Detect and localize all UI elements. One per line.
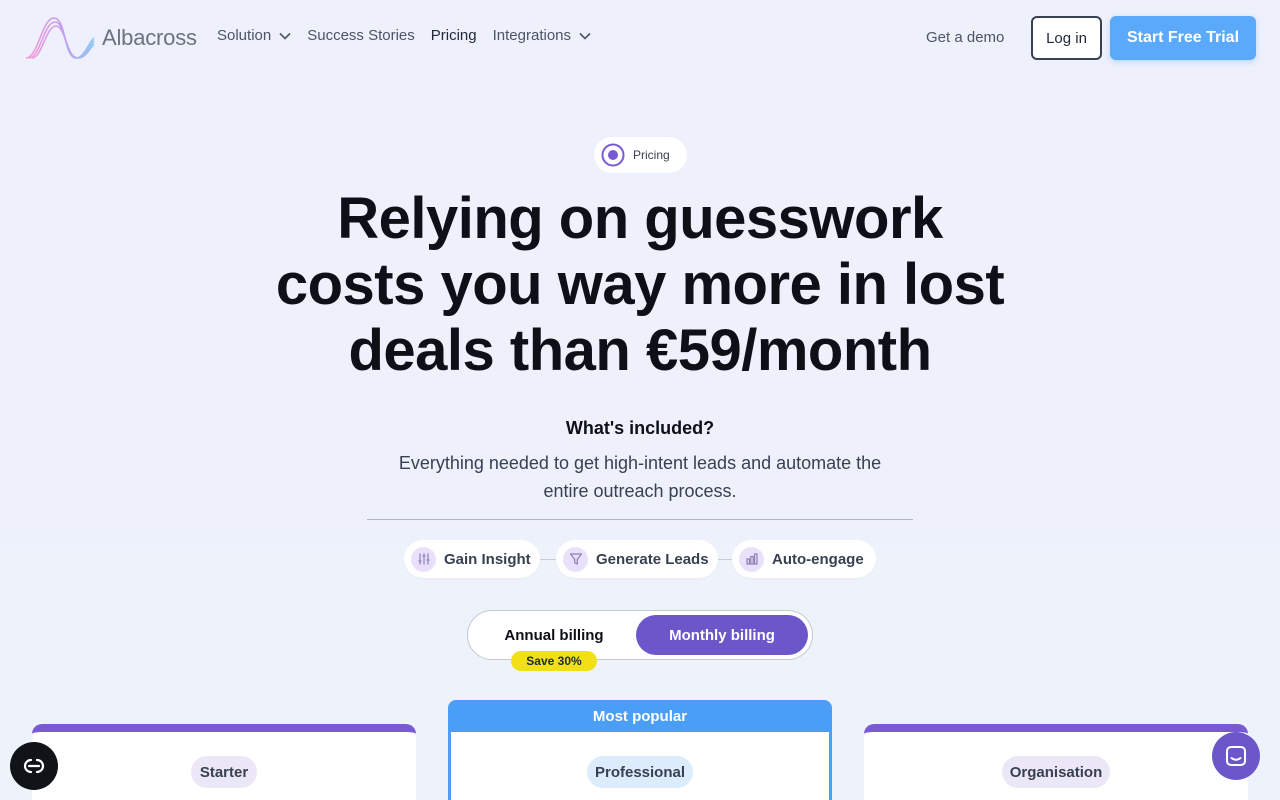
radio-target-icon xyxy=(601,143,625,167)
main-menu: Solution Success Stories Pricing Integra… xyxy=(217,27,591,44)
nav-item-integrations-label: Integrations xyxy=(492,27,572,44)
filter-icon xyxy=(563,546,588,572)
feature-chip-gain-insight[interactable]: Gain Insight xyxy=(404,540,540,578)
brand-logo[interactable]: Albacross xyxy=(24,14,197,62)
feature-chip-label: Generate Leads xyxy=(596,550,709,568)
login-button[interactable]: Log in xyxy=(1031,16,1102,60)
chevron-down-icon xyxy=(279,32,291,40)
section-pill-label: Pricing xyxy=(633,148,670,162)
annual-billing-option[interactable]: Annual billing xyxy=(470,615,638,655)
plan-name-badge: Starter xyxy=(191,756,257,788)
feature-chip-label: Gain Insight xyxy=(444,550,531,568)
monthly-billing-option[interactable]: Monthly billing xyxy=(636,615,808,655)
chip-connector xyxy=(540,559,556,560)
section-divider xyxy=(367,519,913,520)
cookie-consent-icon xyxy=(23,758,45,774)
included-title: What's included? xyxy=(565,418,715,438)
bar-chart-icon xyxy=(739,546,764,572)
chat-icon xyxy=(1226,746,1246,766)
nav-item-solution[interactable]: Solution xyxy=(217,27,291,44)
chevron-down-icon xyxy=(579,32,591,40)
included-description: Everything needed to get high-intent lea… xyxy=(398,453,882,501)
save-badge: Save 30% xyxy=(511,651,597,671)
start-free-trial-button[interactable]: Start Free Trial xyxy=(1110,16,1256,60)
plan-name-badge: Organisation xyxy=(1002,756,1110,788)
headline-line: deals than €59/month xyxy=(348,318,932,383)
plan-name-badge: Professional xyxy=(587,756,693,788)
top-navigation: Albacross Solution Success Stories Prici… xyxy=(0,0,1280,76)
page-headline: Relying on guesswork costs you way more … xyxy=(190,186,1090,384)
headline-line: costs you way more in lost xyxy=(275,252,1005,317)
feature-chip-generate-leads[interactable]: Generate Leads xyxy=(556,540,718,578)
feature-chip-label: Auto-engage xyxy=(772,550,864,568)
albacross-wave-logo-icon xyxy=(25,17,95,59)
brand-name: Albacross xyxy=(102,25,197,50)
nav-item-pricing-label: Pricing xyxy=(430,27,477,44)
feature-chips: Gain Insight Generate Leads Auto-engage xyxy=(0,540,1280,578)
nav-item-pricing[interactable]: Pricing xyxy=(431,27,477,44)
plan-card-professional: Professional xyxy=(448,732,832,800)
headline-line: Relying on guesswork xyxy=(337,186,943,251)
cookie-preferences-button[interactable] xyxy=(10,742,58,790)
plan-card-starter: Starter xyxy=(32,724,416,800)
nav-item-solution-label: Solution xyxy=(217,27,272,44)
chat-launcher-button[interactable] xyxy=(1212,732,1260,780)
sliders-icon xyxy=(411,546,436,572)
get-demo-link[interactable]: Get a demo xyxy=(926,29,1004,46)
most-popular-banner: Most popular xyxy=(448,700,832,733)
section-pill: Pricing xyxy=(594,137,687,173)
feature-chip-auto-engage[interactable]: Auto-engage xyxy=(732,540,876,578)
nav-item-success-stories-label: Success Stories xyxy=(307,27,415,44)
chip-connector xyxy=(718,559,732,560)
plan-card-organisation: Organisation xyxy=(864,724,1248,800)
nav-item-integrations[interactable]: Integrations xyxy=(493,27,591,44)
nav-item-success-stories[interactable]: Success Stories xyxy=(307,27,415,44)
